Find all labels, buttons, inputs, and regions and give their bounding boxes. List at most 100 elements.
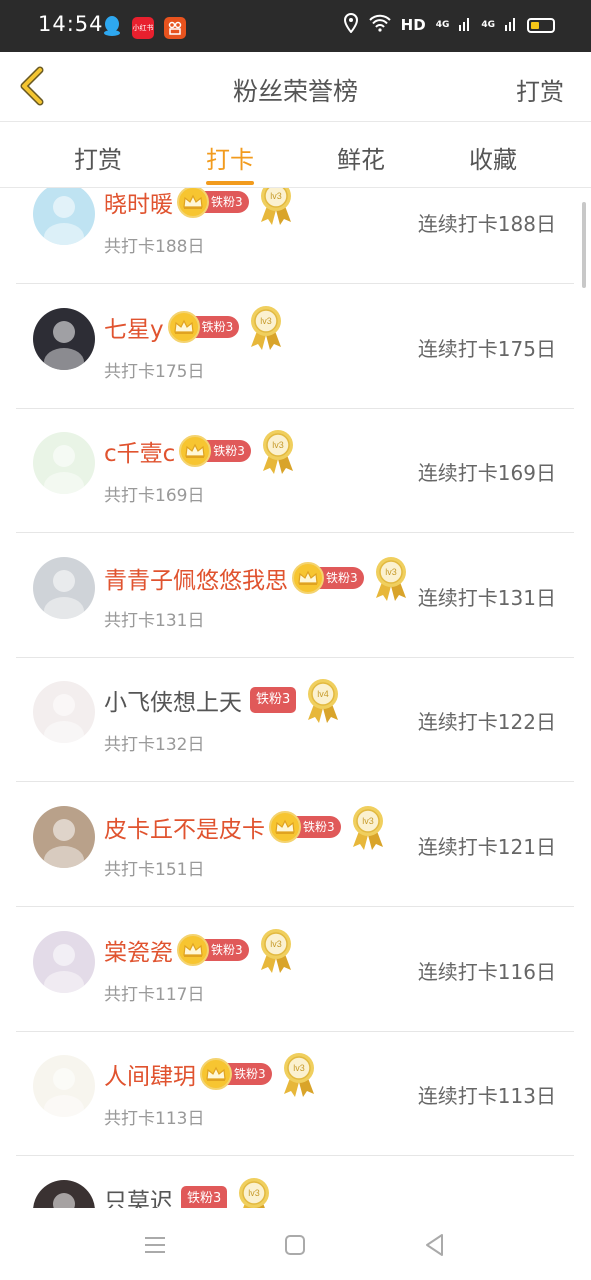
- crown-icon: [292, 561, 324, 594]
- name-line: c千壹c 铁粉3 lv3: [104, 427, 297, 475]
- level-label: lv3: [249, 1188, 261, 1198]
- status-time: 14:54: [38, 12, 104, 36]
- network-type-label: HD: [400, 16, 426, 34]
- back-nav-button[interactable]: [420, 1230, 450, 1260]
- list-item[interactable]: 棠瓷瓷 铁粉3 lv3 共打卡117日 连续打卡116日: [16, 908, 574, 1032]
- avatar[interactable]: [33, 307, 95, 370]
- qq-icon: [102, 15, 122, 41]
- fan-badge-label: 铁粉3: [181, 1185, 228, 1208]
- avatar[interactable]: [33, 432, 95, 495]
- page-title: 粉丝荣誉榜: [232, 77, 358, 106]
- total-checkins: 共打卡131日: [104, 610, 205, 631]
- list-item[interactable]: c千壹c 铁粉3 lv3 共打卡169日 连续打卡169日: [16, 409, 574, 534]
- total-checkins: 共打卡113日: [104, 1109, 205, 1130]
- level-label: lv3: [293, 1063, 305, 1073]
- tab-reward[interactable]: 打赏: [48, 140, 148, 175]
- menu-icon: [145, 1237, 165, 1253]
- fan-badge: 铁粉3: [177, 188, 249, 218]
- avatar[interactable]: [33, 806, 95, 868]
- user-avatar-image: [44, 196, 84, 245]
- list-item[interactable]: 青青子佩悠悠我思 铁粉3 lv3 共打卡131日 连续打卡131日: [16, 534, 574, 658]
- app-icon: [164, 17, 186, 39]
- tab-bar: 打赏 打卡 鲜花 收藏: [0, 122, 591, 188]
- tab-favorites[interactable]: 收藏: [443, 140, 543, 175]
- fan-badge-label: 铁粉3: [250, 687, 297, 714]
- user-name[interactable]: 小飞侠想上天: [104, 683, 242, 717]
- name-line: 皮卡丘不是皮卡 铁粉3 lv3: [104, 803, 387, 851]
- streak-checkins: 连续打卡113日: [417, 1084, 556, 1109]
- streak-checkins: 连续打卡121日: [417, 835, 556, 859]
- avatar[interactable]: [33, 188, 95, 245]
- level-label: lv3: [270, 939, 282, 949]
- crown-icon: [177, 188, 209, 218]
- name-line: 只莫迟 铁粉3 lv3: [104, 1175, 273, 1208]
- list-item[interactable]: 只莫迟 铁粉3 lv3: [16, 1157, 574, 1208]
- avatar[interactable]: [33, 681, 95, 744]
- xiaohongshu-icon: 小红书: [132, 17, 154, 39]
- user-avatar-image: [44, 943, 84, 993]
- list-item[interactable]: 晓时暖 铁粉3 lv3 共打卡188日 连续打卡188日: [16, 188, 574, 284]
- level-medal-icon: lv3: [260, 188, 291, 225]
- user-name[interactable]: 青青子佩悠悠我思: [104, 561, 288, 595]
- total-checkins: 共打卡188日: [104, 237, 205, 257]
- user-name[interactable]: 皮卡丘不是皮卡: [104, 810, 265, 844]
- level-label: lv3: [270, 191, 282, 201]
- menu-button[interactable]: [140, 1230, 170, 1260]
- level-label: lv4: [318, 689, 330, 699]
- crown-icon: [167, 310, 200, 343]
- avatar[interactable]: [33, 1055, 95, 1118]
- streak-checkins: 连续打卡131日: [417, 585, 556, 610]
- user-name[interactable]: 人间肆玥: [104, 1057, 196, 1091]
- checkin-ranking-list[interactable]: 晓时暖 铁粉3 lv3 共打卡188日 连续打卡188日 七星y 铁粉3 lv3…: [0, 188, 591, 1208]
- level-medal-icon: lv3: [262, 430, 293, 475]
- scrollbar[interactable]: [582, 202, 586, 288]
- name-line: 棠瓷瓷 铁粉3 lv3: [104, 926, 295, 974]
- app-header: 粉丝荣誉榜 打赏: [0, 52, 591, 122]
- user-name[interactable]: c千壹c: [104, 434, 175, 468]
- user-name[interactable]: 七星y: [104, 310, 164, 344]
- level-medal-icon: lv3: [239, 1177, 270, 1208]
- battery-icon: [527, 17, 555, 33]
- user-name[interactable]: 晓时暖: [104, 188, 173, 219]
- list-item[interactable]: 小飞侠想上天 铁粉3 lv4 共打卡132日 连续打卡122日: [16, 658, 574, 783]
- fan-badge: 铁粉3: [269, 811, 341, 843]
- level-medal-icon: lv3: [283, 1053, 314, 1098]
- name-line: 青青子佩悠悠我思 铁粉3 lv3: [104, 554, 410, 602]
- user-name[interactable]: 只莫迟: [104, 1182, 173, 1208]
- crown-icon: [179, 435, 212, 468]
- user-name[interactable]: 棠瓷瓷: [104, 933, 173, 967]
- streak-checkins: 连续打卡116日: [417, 959, 556, 984]
- fan-badge: 铁粉3: [167, 310, 240, 343]
- list-item[interactable]: 人间肆玥 铁粉3 lv3 共打卡113日 连续打卡113日: [16, 1032, 574, 1157]
- home-button[interactable]: [280, 1230, 310, 1260]
- total-checkins: 共打卡132日: [104, 735, 205, 756]
- level-medal-icon: lv3: [352, 806, 383, 850]
- level-label: lv3: [272, 440, 284, 450]
- user-avatar-image: [44, 694, 84, 744]
- tab-checkin[interactable]: 打卡: [180, 140, 280, 175]
- avatar[interactable]: [33, 1179, 95, 1208]
- level-label: lv3: [385, 567, 397, 577]
- wifi-icon: [368, 14, 391, 36]
- list-item[interactable]: 七星y 铁粉3 lv3 共打卡175日 连续打卡175日: [16, 285, 574, 409]
- signal-icon-1: [459, 15, 471, 35]
- avatar[interactable]: [33, 556, 95, 619]
- list-item[interactable]: 皮卡丘不是皮卡 铁粉3 lv3 共打卡151日 连续打卡121日: [16, 783, 574, 907]
- tab-flowers[interactable]: 鲜花: [311, 140, 411, 175]
- fan-badge: 铁粉3: [292, 561, 364, 594]
- fan-badge: 铁粉3: [200, 1058, 272, 1091]
- level-medal-icon: lv3: [375, 556, 406, 601]
- reward-button[interactable]: 打赏: [516, 72, 564, 107]
- name-line: 七星y 铁粉3 lv3: [104, 303, 285, 351]
- active-tab-indicator: [206, 181, 254, 185]
- back-triangle-icon: [426, 1234, 443, 1256]
- fan-badge: 铁粉3: [179, 435, 251, 468]
- level-medal-icon: lv4: [308, 679, 339, 724]
- status-bar: 14:54 小红书 HD 4G 4G: [0, 0, 591, 52]
- avatar[interactable]: [33, 930, 95, 993]
- user-avatar-image: [53, 1192, 75, 1208]
- user-avatar-image: [44, 320, 84, 370]
- total-checkins: 共打卡169日: [104, 486, 205, 507]
- level-label: lv3: [362, 816, 374, 826]
- user-avatar-image: [44, 569, 84, 619]
